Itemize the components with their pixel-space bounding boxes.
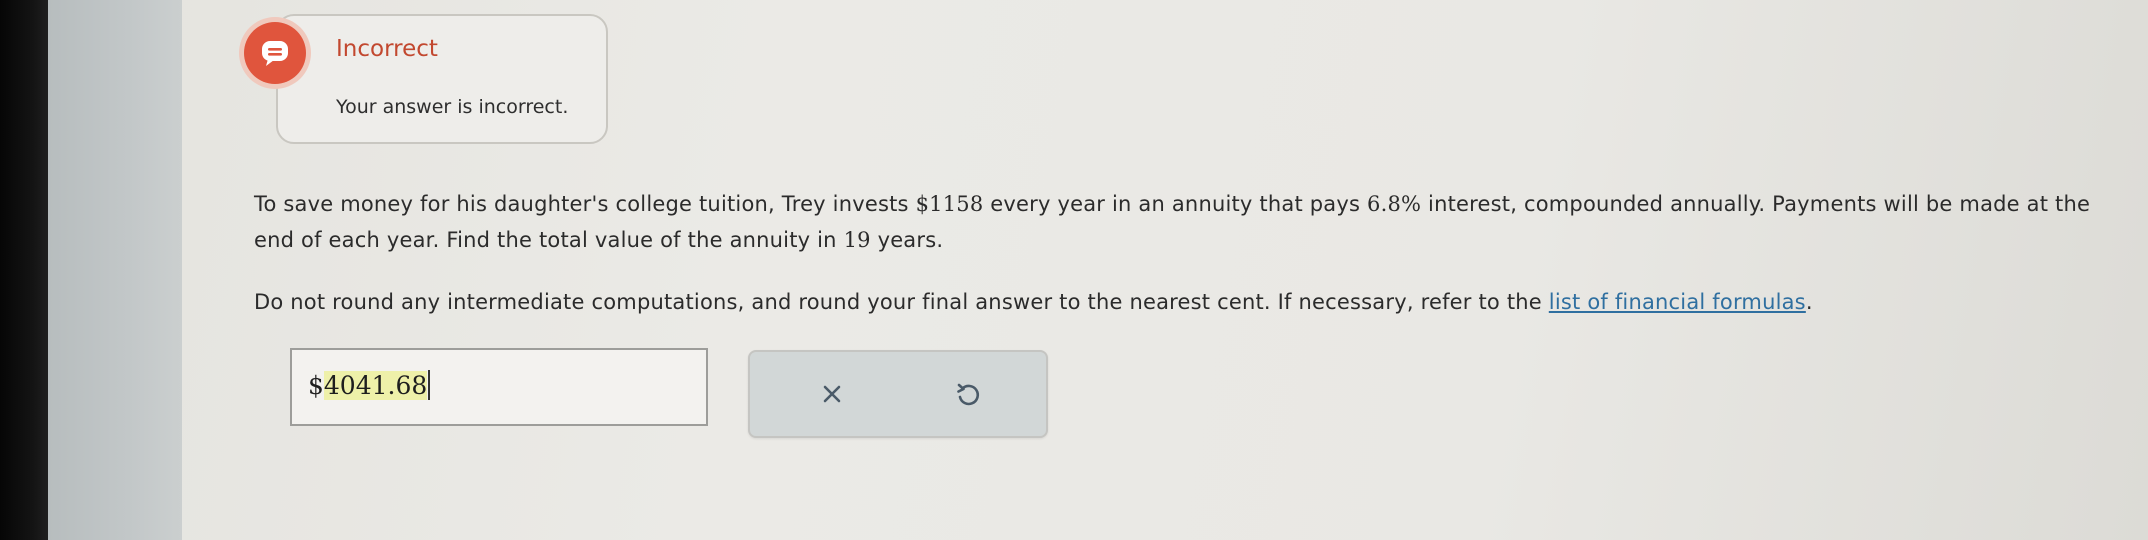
investment-amount: $1158 (915, 192, 984, 216)
clear-button[interactable] (812, 374, 852, 414)
left-sidebar (48, 0, 182, 540)
answer-input[interactable]: $4041.68 (290, 348, 708, 426)
currency-symbol: $ (308, 371, 324, 400)
answer-value: $4041.68 (308, 370, 431, 400)
answer-number: 4041.68 (323, 371, 428, 400)
close-icon (823, 385, 841, 403)
instructions-trailing: . (1805, 290, 1813, 314)
years-count: 19 (843, 228, 871, 252)
feedback-badge (244, 22, 306, 84)
chat-bubble-icon (262, 41, 288, 66)
question-text: To save money for his daughter's college… (254, 186, 2114, 258)
instructions-body: Do not round any intermediate computatio… (254, 290, 1549, 314)
financial-formulas-link[interactable]: list of financial formulas (1549, 290, 1806, 314)
question-part1: To save money for his daughter's college… (254, 192, 916, 216)
feedback-card (276, 14, 608, 144)
question-part4: years. (870, 228, 944, 252)
text-cursor (428, 370, 431, 400)
answer-actions (748, 350, 1048, 438)
undo-icon (957, 383, 979, 406)
interest-rate: 6.8% (1367, 192, 1422, 216)
instructions-text: Do not round any intermediate computatio… (254, 284, 2114, 320)
feedback-message: Your answer is incorrect. (336, 96, 569, 118)
screen-bezel (0, 0, 48, 540)
question-part2: every year in an annuity that pays (983, 192, 1368, 216)
undo-button[interactable] (948, 374, 988, 414)
feedback-status: Incorrect (336, 36, 438, 62)
